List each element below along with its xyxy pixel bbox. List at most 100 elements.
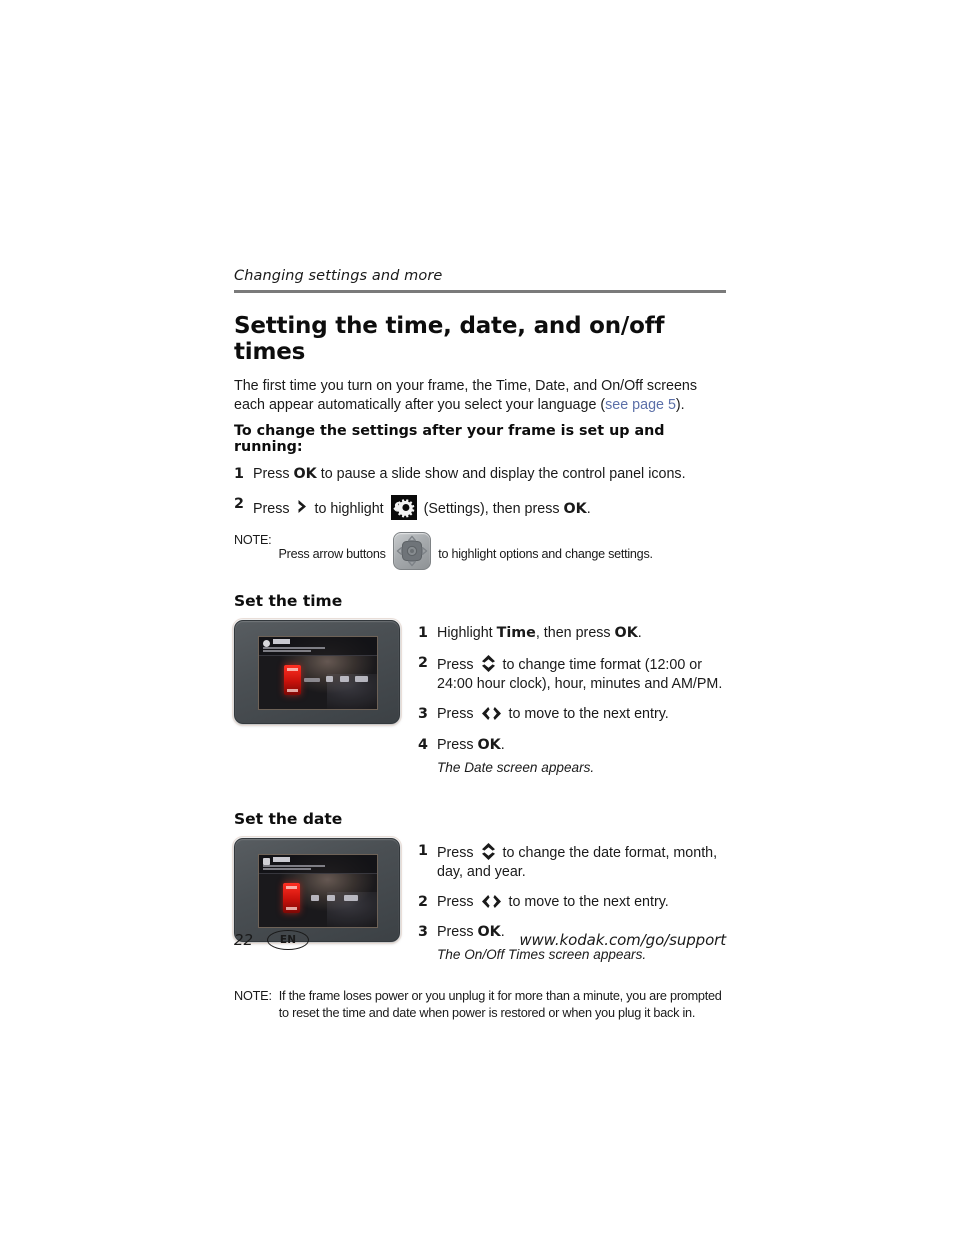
note-text-fragment: to highlight options and change settings… [434, 546, 653, 561]
section-heading-set-date: Set the date [234, 809, 343, 828]
support-url[interactable]: www.kodak.com/go/support [519, 931, 726, 949]
note-power-loss: NOTE: If the frame loses power or you un… [234, 988, 726, 1022]
step-number: 2 [418, 655, 428, 672]
selection-cap-bottom [286, 906, 297, 910]
nav-pad-icon [392, 531, 431, 570]
screen-title-text [273, 856, 290, 862]
step-text: Press to highlight (Settings), then pres… [253, 494, 726, 520]
step-text: Highlight Time, then press OK. [437, 624, 726, 643]
device-screen-time [258, 635, 378, 710]
step-text: Press to change time format (12:00 or 24… [437, 654, 726, 694]
left-right-arrows-icon [481, 706, 502, 721]
screen-help-line [263, 650, 311, 653]
lead-instruction: To change the settings after your frame … [234, 422, 665, 455]
step-item: 1 Press to change the date format, month… [418, 842, 726, 882]
step-text-fragment: . [500, 736, 505, 753]
step-number: 4 [418, 736, 428, 753]
note-text: Press arrow buttons to highlight options… [278, 531, 726, 570]
step-text-fragment: to pause a slide show and display the co… [316, 465, 686, 482]
page-number: 22 [234, 931, 254, 949]
step-text-fragment: Press [253, 500, 294, 517]
note-arrow-buttons: NOTE: Press arrow buttons to highlight o… [234, 531, 726, 570]
note-text-fragment: Press arrow buttons [278, 546, 389, 561]
step-text-fragment: to change the date format, month, day, a… [437, 844, 718, 881]
screen-help-line [263, 864, 325, 867]
step-text-emphasis: OK [477, 736, 501, 753]
step-text-emphasis: OK [563, 500, 587, 517]
step-text-fragment: Press [437, 894, 478, 911]
photo-frame-device-time [232, 617, 402, 726]
left-right-arrows-icon [481, 894, 502, 909]
set-time-steps-column: 1 Highlight Time, then press OK. 2 Press… [406, 620, 726, 788]
header-divider [234, 290, 726, 293]
step-item: 4 Press OK. The Date screen appears. [418, 736, 726, 777]
step-text-fragment: Highlight [437, 624, 497, 641]
calendar-icon [263, 857, 270, 865]
step-text: Press OK. The Date screen appears. [437, 736, 726, 777]
step-text-fragment: to move to the next entry. [504, 894, 669, 911]
page-title: Setting the time, date, and on/off times [234, 313, 665, 365]
screen-field-month [311, 894, 319, 901]
step-number: 1 [418, 624, 428, 641]
screen-field-minutes [340, 675, 349, 682]
screen-field-label [304, 677, 320, 682]
intro-paragraph: The first time you turn on your frame, t… [234, 377, 726, 415]
step-text-fragment: Press [437, 844, 478, 861]
step-item: 3 Press to move to the next entry. [418, 705, 726, 724]
main-steps-list: 1 Press OK to pause a slide show and dis… [234, 465, 726, 520]
step-text: Press to move to the next entry. [437, 893, 726, 912]
page-footer: 22 EN www.kodak.com/go/support [234, 930, 726, 950]
chevron-right-icon [297, 499, 308, 514]
clock-icon [263, 639, 270, 647]
set-time-block: 1 Highlight Time, then press OK. 2 Press… [232, 617, 726, 788]
screen-title-bar [259, 854, 377, 874]
step-text-fragment: Press [437, 736, 478, 753]
step-item: 1 Press OK to pause a slide show and dis… [234, 465, 726, 484]
step-text-fragment: Press [253, 465, 294, 482]
screen-title-bar [259, 636, 377, 656]
running-head: Changing settings and more [234, 268, 443, 284]
step-text-fragment: . [586, 500, 591, 517]
screen-field-day [327, 894, 335, 901]
language-badge: EN [267, 930, 310, 950]
screen-title-text [273, 638, 290, 644]
step-text-fragment: to move to the next entry. [504, 706, 669, 723]
note-label: NOTE: [234, 988, 272, 1003]
screen-help-line [263, 868, 311, 871]
page-content: Changing settings and more Setting the t… [232, 268, 726, 1028]
step-text-emphasis: OK [293, 465, 317, 482]
selection-cap-top [286, 885, 297, 889]
set-date-steps-column: 1 Press to change the date format, month… [406, 838, 726, 976]
step-item: 2 Press to highlight (Settings), then pr… [234, 494, 726, 520]
step-number: 1 [234, 465, 244, 482]
screen-field-ampm [355, 675, 368, 682]
screen-selection-highlight [284, 664, 301, 695]
step-item: 2 Press to change time format (12:00 or … [418, 654, 726, 694]
step-number: 1 [418, 842, 428, 859]
screen-field-hour [326, 675, 333, 682]
set-time-figure-column [232, 617, 406, 726]
up-down-arrows-icon [481, 842, 496, 861]
note-text: If the frame loses power or you unplug i… [278, 988, 722, 1020]
settings-gear-icon [390, 494, 417, 520]
step-text-fragment: Press [437, 706, 478, 723]
step-text: Press OK to pause a slide show and displ… [253, 465, 726, 484]
up-down-arrows-icon [481, 654, 496, 673]
see-page-link[interactable]: see page 5 [605, 397, 676, 413]
selection-cap-top [287, 667, 298, 671]
step-text-fragment: (Settings), then press [419, 500, 564, 517]
device-screen-date [258, 853, 378, 928]
step-number: 3 [418, 706, 428, 723]
step-number: 2 [234, 495, 244, 512]
step-result-text: The Date screen appears. [437, 759, 595, 775]
screen-help-line [263, 646, 325, 649]
set-date-figure-column [232, 835, 406, 944]
set-date-block: 1 Press to change the date format, month… [232, 835, 726, 976]
step-text-fragment: to highlight [310, 500, 388, 517]
step-text-emphasis: OK [614, 624, 638, 641]
section-heading-set-time: Set the time [234, 591, 343, 610]
step-text: Press to move to the next entry. [437, 705, 726, 724]
step-text-fragment: . [637, 624, 642, 641]
note-label: NOTE: [234, 532, 272, 547]
step-number: 2 [418, 894, 428, 911]
